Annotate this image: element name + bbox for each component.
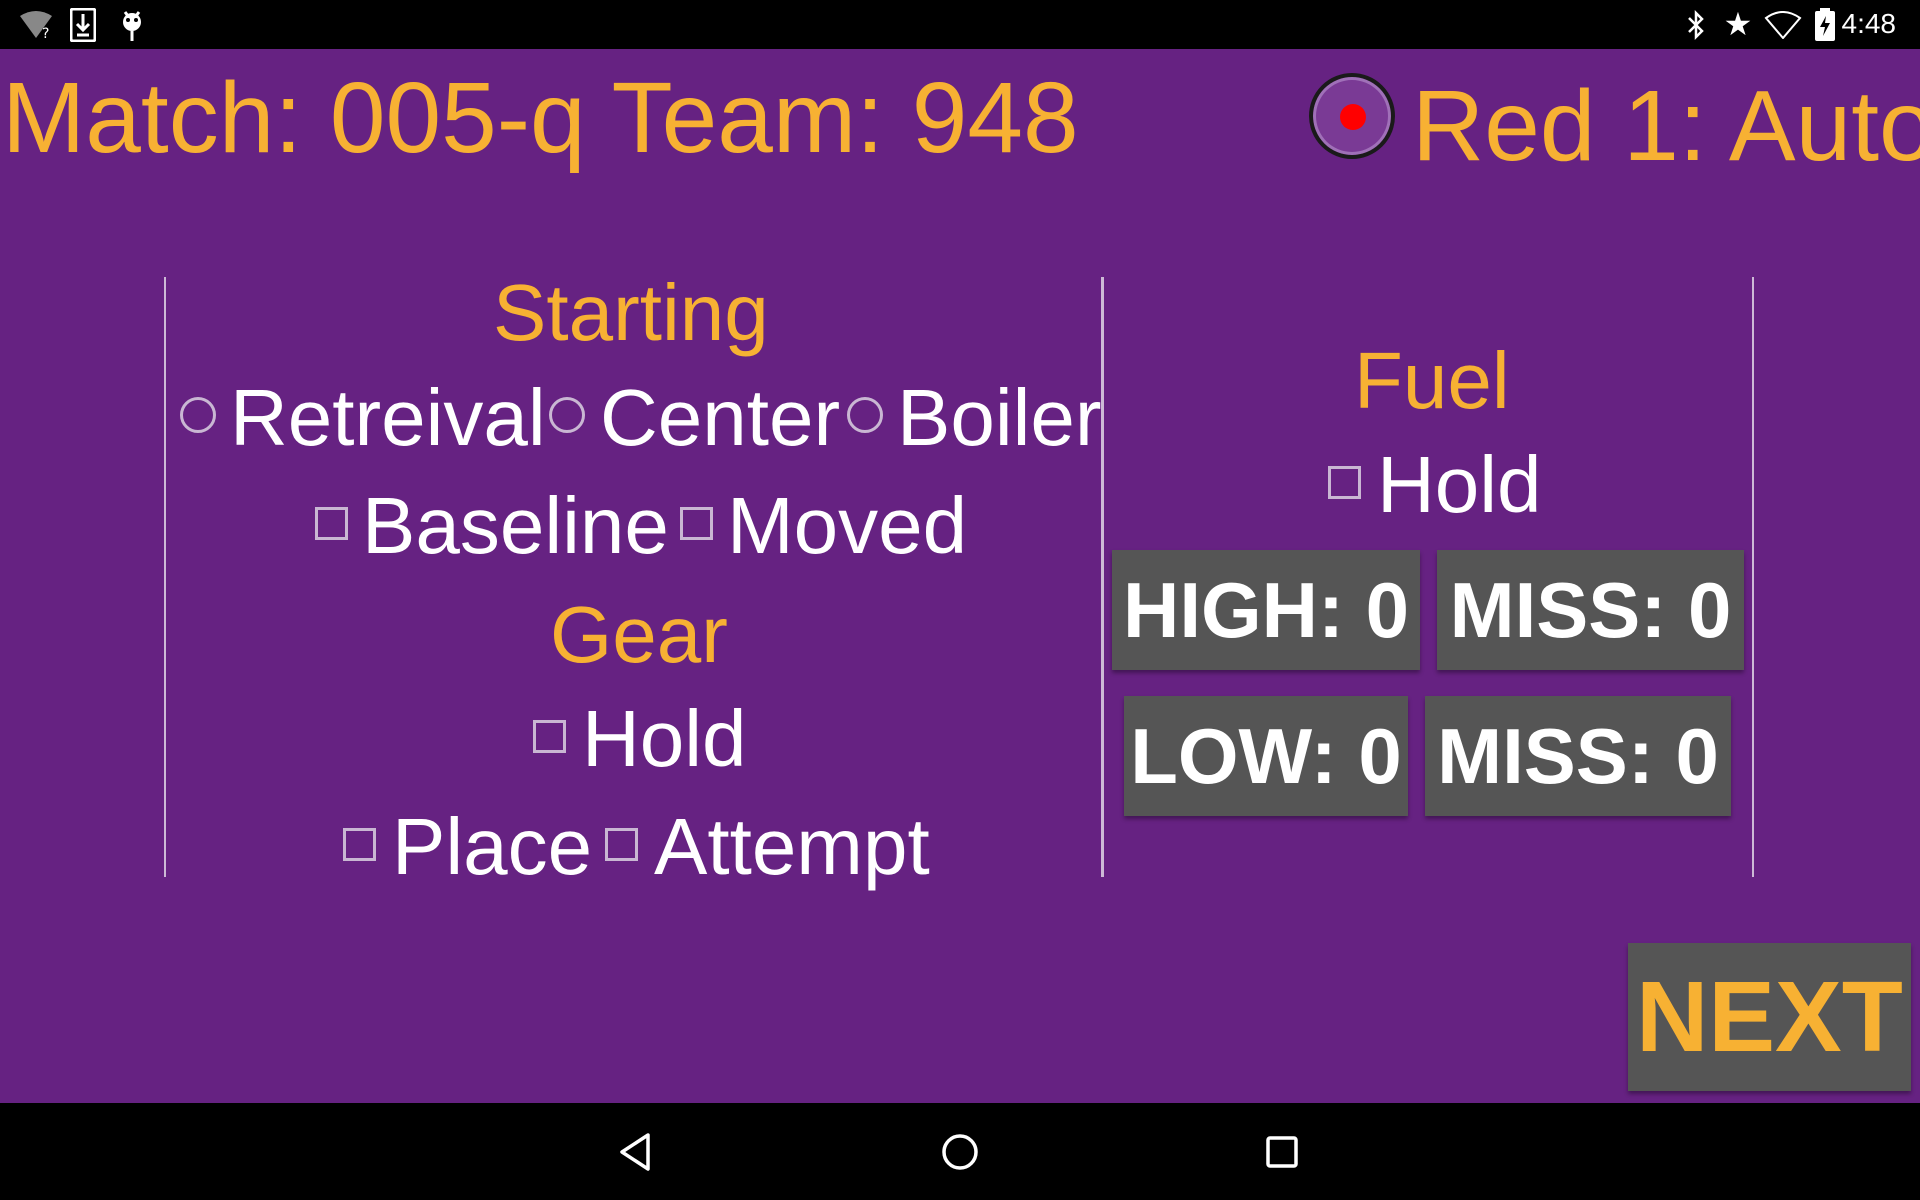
match-team-title: Match: 005-q Team: 948 — [2, 62, 1079, 174]
battery-charging-icon — [1814, 8, 1836, 42]
svg-text:?: ? — [42, 26, 49, 40]
wifi-icon — [1764, 11, 1802, 39]
position-phase-title: Red 1: Auto — [1412, 70, 1920, 182]
star-icon: ★ — [1723, 6, 1753, 42]
divider-right — [1752, 277, 1754, 877]
radio-center[interactable] — [549, 397, 585, 433]
divider-middle — [1101, 277, 1104, 877]
home-icon[interactable] — [940, 1132, 980, 1172]
label-moved[interactable]: Moved — [727, 481, 967, 571]
status-bar: ? ★ 4:48 — [0, 0, 1920, 49]
back-icon[interactable] — [616, 1131, 656, 1173]
checkbox-gear-attempt[interactable] — [605, 828, 638, 861]
recents-icon[interactable] — [1265, 1135, 1299, 1169]
label-center[interactable]: Center — [600, 373, 840, 463]
checkbox-gear-place[interactable] — [343, 828, 376, 861]
label-baseline[interactable]: Baseline — [362, 481, 669, 571]
gear-title: Gear — [550, 590, 728, 679]
label-boiler[interactable]: Boiler — [897, 373, 1102, 463]
checkbox-moved[interactable] — [680, 507, 713, 540]
fuel-title: Fuel — [1354, 336, 1510, 425]
divider-left — [164, 277, 166, 877]
bluetooth-icon — [1683, 9, 1709, 41]
android-debug-icon — [118, 8, 146, 42]
checkbox-baseline[interactable] — [315, 507, 348, 540]
next-button[interactable]: NEXT — [1628, 943, 1911, 1091]
label-retreival[interactable]: Retreival — [230, 373, 546, 463]
navigation-bar — [0, 1103, 1920, 1200]
fuel-high-miss-button[interactable]: MISS: 0 — [1437, 550, 1744, 670]
download-icon — [70, 8, 96, 42]
fuel-high-button[interactable]: HIGH: 0 — [1112, 550, 1420, 670]
wifi-unknown-icon: ? — [18, 10, 54, 40]
starting-title: Starting — [493, 268, 769, 357]
radio-boiler[interactable] — [847, 397, 883, 433]
fuel-low-button[interactable]: LOW: 0 — [1124, 696, 1408, 816]
clock: 4:48 — [1841, 8, 1897, 39]
label-gear-hold[interactable]: Hold — [582, 694, 747, 784]
label-gear-place[interactable]: Place — [392, 802, 592, 892]
fuel-low-miss-button[interactable]: MISS: 0 — [1425, 696, 1731, 816]
record-indicator-icon — [1340, 104, 1366, 130]
label-gear-attempt[interactable]: Attempt — [654, 802, 930, 892]
radio-retreival[interactable] — [180, 397, 216, 433]
checkbox-fuel-hold[interactable] — [1328, 466, 1361, 499]
label-fuel-hold[interactable]: Hold — [1377, 440, 1542, 530]
checkbox-gear-hold[interactable] — [533, 720, 566, 753]
